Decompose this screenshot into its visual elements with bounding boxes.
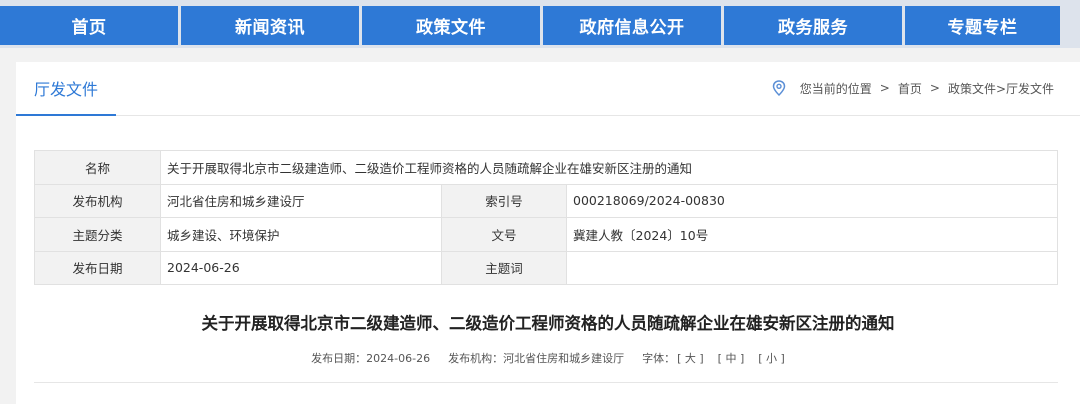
nav-item-news[interactable]: 新闻资讯	[181, 6, 359, 45]
top-nav: 首页 新闻资讯 政策文件 政府信息公开 政务服务 专题专栏	[0, 0, 1080, 48]
document-info-table: 名称 关于开展取得北京市二级建造师、二级造价工程师资格的人员随疏解企业在雄安新区…	[34, 150, 1058, 285]
breadcrumb-separator: >	[879, 81, 890, 95]
breadcrumb-home-link[interactable]: 首页	[898, 80, 922, 97]
font-large-button[interactable]: [ 大 ]	[677, 350, 704, 366]
docno-value: 冀建人教〔2024〕10号	[566, 217, 1058, 252]
divider	[34, 382, 1058, 383]
font-medium-button[interactable]: [ 中 ]	[718, 350, 745, 366]
document-title: 关于开展取得北京市二级建造师、二级造价工程师资格的人员随疏解企业在雄安新区注册的…	[201, 314, 895, 333]
table-row: 主题分类 城乡建设、环境保护 文号 冀建人教〔2024〕10号	[34, 217, 1058, 252]
topic-value: 城乡建设、环境保护	[160, 217, 442, 252]
breadcrumb-separator: >	[929, 81, 940, 95]
font-size-label: 字体：	[642, 352, 676, 365]
date-label: 发布日期	[34, 250, 161, 285]
name-label: 名称	[34, 150, 161, 185]
org-label: 发布机构	[34, 183, 161, 218]
keywords-value	[566, 250, 1058, 285]
nav-item-topics[interactable]: 专题专栏	[905, 6, 1060, 45]
document-meta: 发布日期：2024-06-26 发布机构：河北省住房和城乡建设厅 字体： [ 大…	[16, 350, 1080, 366]
font-small-button[interactable]: [ 小 ]	[758, 350, 785, 366]
nav-item-services[interactable]: 政务服务	[724, 6, 902, 45]
panel-header: 厅发文件 您当前的位置 > 首页 > 政策文件>厅发文件	[16, 62, 1080, 116]
breadcrumb: 您当前的位置 > 首页 > 政策文件>厅发文件	[772, 62, 1054, 114]
date-value: 2024-06-26	[160, 250, 442, 285]
section-title: 厅发文件	[16, 62, 116, 116]
nav-item-policy[interactable]: 政策文件	[362, 6, 540, 45]
breadcrumb-prefix: 您当前的位置	[799, 81, 872, 96]
content-panel: 厅发文件 您当前的位置 > 首页 > 政策文件>厅发文件 名称 关于开展取得北京…	[16, 62, 1080, 404]
nav-item-gov-info[interactable]: 政府信息公开	[543, 6, 721, 45]
keywords-label: 主题词	[441, 250, 567, 285]
location-pin-icon	[772, 80, 786, 96]
table-row: 名称 关于开展取得北京市二级建造师、二级造价工程师资格的人员随疏解企业在雄安新区…	[34, 150, 1058, 185]
topic-label: 主题分类	[34, 217, 161, 252]
table-row: 发布机构 河北省住房和城乡建设厅 索引号 000218069/2024-0083…	[34, 183, 1058, 218]
docno-label: 文号	[441, 217, 567, 252]
index-label: 索引号	[441, 183, 567, 218]
meta-date: 发布日期：2024-06-26	[311, 352, 431, 365]
breadcrumb-path-link[interactable]: 政策文件>厅发文件	[948, 80, 1054, 97]
meta-org: 发布机构：河北省住房和城乡建设厅	[448, 352, 625, 365]
table-row: 发布日期 2024-06-26 主题词	[34, 250, 1058, 285]
nav-item-home[interactable]: 首页	[0, 6, 178, 45]
name-value: 关于开展取得北京市二级建造师、二级造价工程师资格的人员随疏解企业在雄安新区注册的…	[160, 150, 1058, 185]
index-value: 000218069/2024-00830	[566, 183, 1058, 218]
org-value: 河北省住房和城乡建设厅	[160, 183, 442, 218]
